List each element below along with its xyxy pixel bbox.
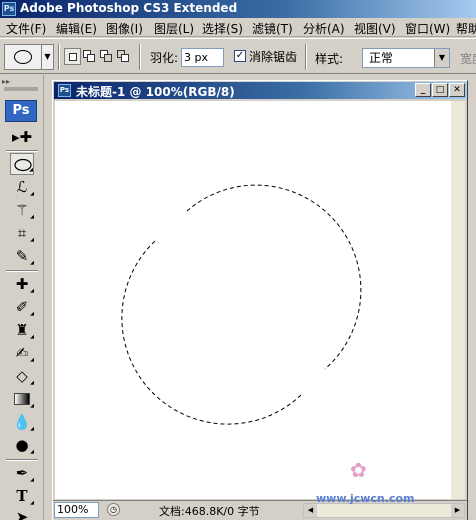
- healing-brush-tool-icon[interactable]: ✚ ◢: [10, 273, 34, 295]
- elliptical-marquee-icon: [14, 50, 32, 64]
- document-window: Ps 未标题-1 @ 100%(RGB/8) _ □ ✕ 100% ◷ 文档:4…: [52, 80, 468, 520]
- minimize-button[interactable]: _: [415, 83, 431, 97]
- divider: [6, 150, 38, 152]
- move-tool-icon[interactable]: ▸✚: [10, 126, 34, 148]
- close-button[interactable]: ✕: [449, 83, 465, 97]
- horizontal-scrollbar[interactable]: ◀ ▶: [303, 503, 465, 518]
- document-size-status: 文档:468.8K/0 字节: [159, 505, 260, 518]
- divider: [58, 44, 60, 70]
- new-selection-icon[interactable]: [64, 48, 81, 65]
- divider: [139, 44, 141, 70]
- feather-input[interactable]: 3 px: [181, 48, 224, 67]
- status-menu-icon[interactable]: ◷: [107, 503, 120, 516]
- photoshop-logo-icon: Ps: [2, 2, 16, 16]
- watermark-text: www.jcwcn.com: [316, 492, 415, 505]
- menu-image[interactable]: 图像(I): [106, 20, 143, 36]
- document-canvas[interactable]: [55, 101, 465, 499]
- menu-filter[interactable]: 滤镜(T): [252, 20, 293, 36]
- menu-view[interactable]: 视图(V): [354, 20, 396, 36]
- crop-tool-icon[interactable]: ⌗ ◢: [10, 222, 34, 244]
- elliptical-selection: [121, 184, 362, 425]
- menu-file[interactable]: 文件(F): [6, 20, 46, 36]
- app-titlebar: Ps Adobe Photoshop CS3 Extended: [0, 0, 476, 18]
- subtract-from-selection-icon[interactable]: [98, 48, 115, 65]
- lasso-tool-icon[interactable]: ℒ ◢: [10, 176, 34, 198]
- style-select[interactable]: 正常 ▼: [362, 48, 450, 68]
- eraser-tool-icon[interactable]: ◇ ◢: [10, 365, 34, 387]
- menu-window[interactable]: 窗口(W): [405, 20, 450, 36]
- antialias-label: 消除锯齿: [249, 50, 298, 64]
- photoshop-doc-icon: Ps: [58, 84, 71, 97]
- vertical-scrollbar[interactable]: [451, 101, 465, 499]
- width-label: 宽度: [460, 52, 476, 66]
- app-title: Adobe Photoshop CS3 Extended: [20, 1, 238, 15]
- menu-layer[interactable]: 图层(L): [154, 20, 194, 36]
- document-titlebar[interactable]: Ps 未标题-1 @ 100%(RGB/8) _ □ ✕: [54, 82, 467, 99]
- divider: [6, 270, 38, 272]
- antialias-checkbox[interactable]: ✓: [234, 50, 246, 62]
- chevron-down-icon: ▼: [434, 49, 449, 67]
- panel-collapse-icon[interactable]: ▸▸: [2, 77, 10, 86]
- gradient-tool-icon[interactable]: ◢: [10, 388, 34, 410]
- feather-label: 羽化:: [150, 51, 179, 65]
- zoom-input[interactable]: 100%: [54, 502, 99, 518]
- menu-bar: 文件(F) 编辑(E) 图像(I) 图层(L) 选择(S) 滤镜(T) 分析(A…: [0, 18, 476, 37]
- divider: [305, 44, 307, 70]
- chevron-down-icon: ▼: [41, 45, 53, 69]
- brush-tool-icon[interactable]: ✐ ◢: [10, 296, 34, 318]
- watermark-logo-icon: ✿: [350, 458, 367, 482]
- maximize-button[interactable]: □: [432, 83, 448, 97]
- dodge-tool-icon[interactable]: ● ◢: [10, 434, 34, 456]
- tools-panel: ▸▸ Ps ▸✚ ◢ ℒ ◢ ⚚ ◢ ⌗ ◢ ✎ ◢ ✚ ◢ ✐ ◢ ♜ ◢ ✍ ◢ ◇ ◢ ◢ …: [0, 75, 44, 520]
- clone-stamp-tool-icon[interactable]: ♜ ◢: [10, 319, 34, 341]
- history-brush-tool-icon[interactable]: ✍ ◢: [10, 342, 34, 364]
- photoshop-online-button[interactable]: Ps: [5, 100, 37, 122]
- panel-drag-handle[interactable]: [4, 87, 38, 91]
- menu-help[interactable]: 帮助: [456, 20, 476, 36]
- scroll-left-icon[interactable]: ◀: [304, 504, 317, 517]
- tool-preset-picker[interactable]: ▼: [4, 44, 54, 70]
- menu-analysis[interactable]: 分析(A): [303, 20, 345, 36]
- elliptical-marquee-tool-icon[interactable]: ◢: [10, 153, 34, 175]
- style-select-value: 正常: [369, 51, 394, 65]
- style-label: 样式:: [315, 52, 344, 66]
- magic-wand-tool-icon[interactable]: ⚚ ◢: [10, 199, 34, 221]
- type-tool-icon[interactable]: T ◢: [10, 485, 34, 507]
- options-bar: ▼ 羽化: 3 px ✓ 消除锯齿 样式: 正常 ▼ 宽度: [0, 38, 476, 74]
- intersect-selection-icon[interactable]: [115, 48, 132, 65]
- menu-edit[interactable]: 编辑(E): [56, 20, 97, 36]
- scroll-right-icon[interactable]: ▶: [451, 504, 464, 517]
- document-title: 未标题-1 @ 100%(RGB/8): [76, 85, 235, 99]
- blur-tool-icon[interactable]: 💧 ◢: [10, 411, 34, 433]
- add-to-selection-icon[interactable]: [81, 48, 98, 65]
- eyedropper-tool-icon[interactable]: ✎ ◢: [10, 245, 34, 267]
- divider: [6, 459, 38, 461]
- menu-select[interactable]: 选择(S): [202, 20, 243, 36]
- pen-tool-icon[interactable]: ✒ ◢: [10, 462, 34, 484]
- path-selection-tool-icon[interactable]: ➤: [10, 506, 34, 520]
